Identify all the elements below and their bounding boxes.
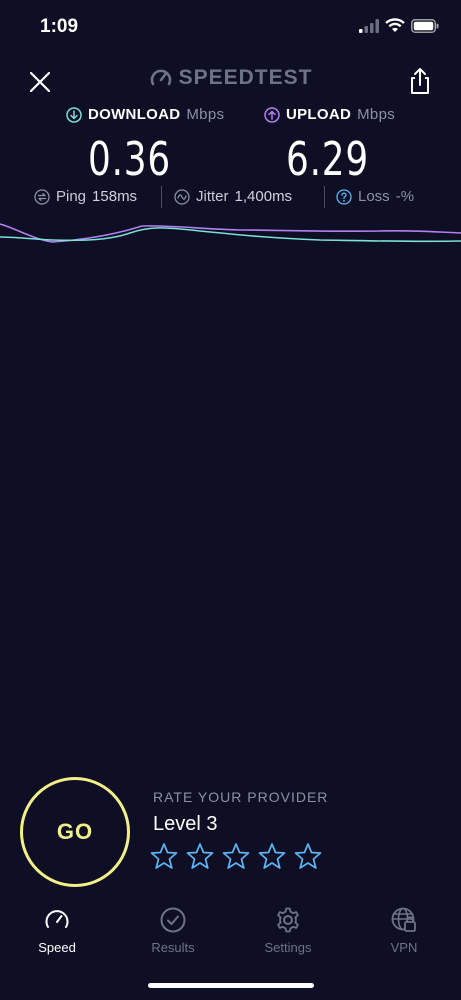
tab-vpn[interactable]: VPN — [359, 906, 449, 955]
tab-speed-label: Speed — [38, 940, 76, 955]
download-title: DOWNLOAD — [88, 106, 181, 123]
speedometer-logo-icon — [150, 69, 171, 86]
loss-metric[interactable]: Loss -% — [336, 188, 414, 205]
upload-unit: Mbps — [357, 106, 396, 123]
home-indicator[interactable] — [148, 983, 314, 988]
tab-settings-label: Settings — [264, 940, 312, 955]
globe-lock-icon — [391, 907, 416, 932]
jitter-icon — [174, 188, 190, 205]
star-icon[interactable] — [186, 842, 214, 870]
speedometer-icon — [45, 910, 69, 928]
ping-unit: ms — [117, 188, 138, 205]
download-unit: Mbps — [186, 106, 225, 123]
provider-name: Level 3 — [153, 813, 218, 835]
share-button[interactable] — [405, 66, 435, 96]
cellular-signal-icon — [359, 18, 379, 33]
wifi-icon — [385, 18, 405, 32]
star-icon[interactable] — [258, 842, 286, 870]
ping-metric: Ping 158ms — [34, 188, 137, 205]
rating-stars — [150, 842, 322, 870]
metric-divider — [324, 186, 325, 208]
go-label: GO — [56, 819, 94, 844]
upload-arrow-icon — [264, 106, 280, 123]
star-icon[interactable] — [150, 842, 178, 870]
tab-vpn-label: VPN — [390, 940, 418, 955]
tab-results[interactable]: Results — [128, 906, 218, 955]
upload-label: UPLOAD Mbps — [264, 106, 395, 123]
brand-header: SPEEDTEST — [0, 66, 461, 95]
metric-divider — [161, 186, 162, 208]
tab-speed[interactable]: Speed — [12, 906, 102, 955]
jitter-value: 1,400 — [234, 188, 273, 205]
download-label: DOWNLOAD Mbps — [66, 106, 224, 123]
brand-name: SPEEDTEST — [178, 66, 313, 89]
status-icons — [359, 18, 439, 33]
share-icon — [411, 68, 429, 94]
jitter-unit: ms — [272, 188, 293, 205]
loss-label: Loss — [358, 188, 390, 205]
checkmark-circle-icon — [160, 907, 186, 933]
jitter-metric: Jitter 1,400ms — [174, 188, 292, 205]
status-time: 1:09 — [40, 16, 79, 37]
tab-settings[interactable]: Settings — [243, 906, 333, 955]
question-circle-icon — [336, 188, 352, 205]
battery-icon — [411, 18, 439, 33]
star-icon[interactable] — [222, 842, 250, 870]
ping-icon — [34, 188, 50, 205]
jitter-label: Jitter — [196, 188, 229, 205]
gear-icon — [277, 907, 299, 933]
download-arrow-icon — [66, 106, 82, 123]
ping-value: 158 — [92, 188, 118, 205]
upload-graph-line — [0, 223, 461, 243]
upload-speed-value: 6.29 — [286, 132, 370, 186]
speed-graph — [0, 223, 461, 243]
tab-results-label: Results — [151, 940, 195, 955]
download-speed-value: 0.36 — [88, 132, 172, 186]
loss-unit: % — [400, 188, 415, 205]
ping-label: Ping — [56, 188, 87, 205]
upload-title: UPLOAD — [286, 106, 352, 123]
star-icon[interactable] — [294, 842, 322, 870]
go-button[interactable]: GO — [20, 777, 130, 887]
rate-provider-title: RATE YOUR PROVIDER — [153, 789, 329, 805]
